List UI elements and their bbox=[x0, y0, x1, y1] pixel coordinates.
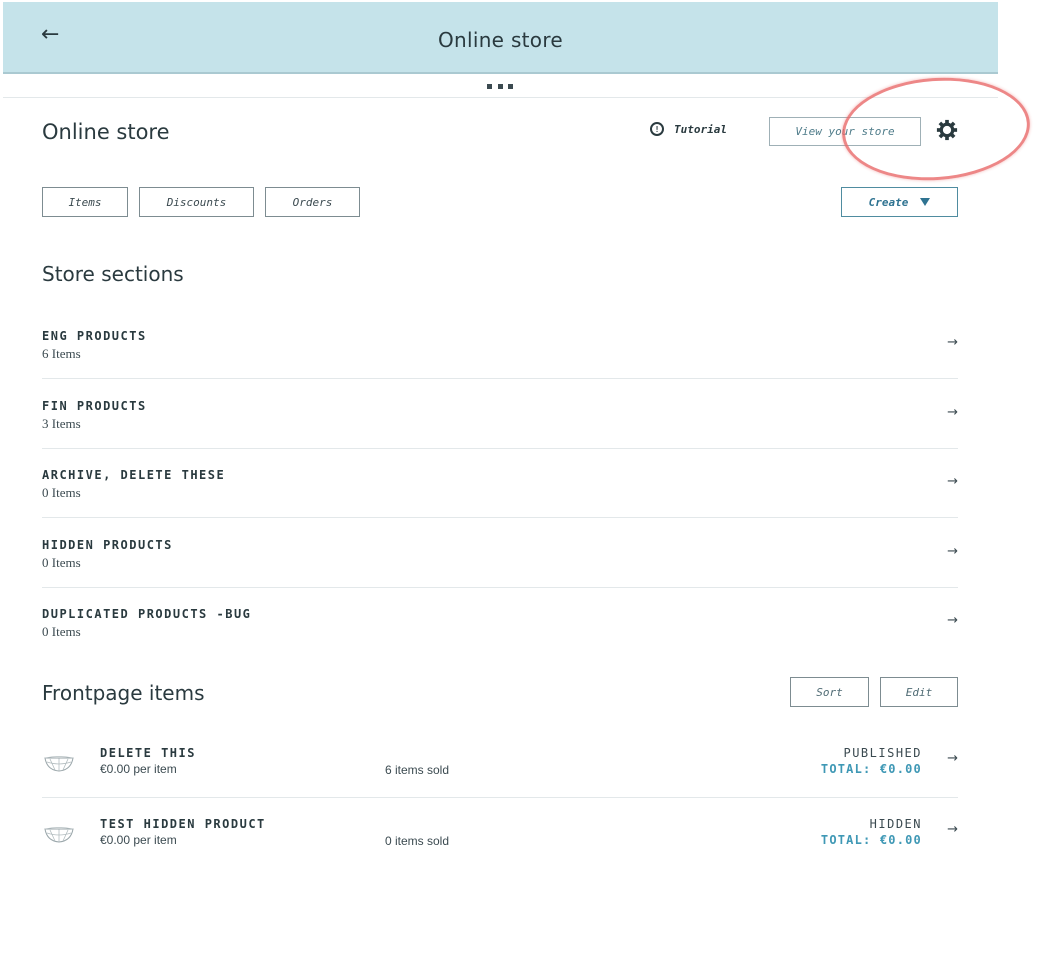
arrow-right-icon: → bbox=[947, 474, 958, 489]
drag-handle-icon[interactable] bbox=[487, 84, 513, 90]
frontpage-items-heading: Frontpage items bbox=[42, 681, 205, 705]
status-badge: PUBLISHED bbox=[843, 746, 922, 760]
items-sold: 6 items sold bbox=[385, 763, 450, 777]
create-button[interactable]: Create bbox=[841, 187, 958, 217]
items-sold: 0 items sold bbox=[385, 834, 450, 848]
section-item-count: 3 Items bbox=[42, 416, 81, 431]
item-total: TOTAL: €0.00 bbox=[820, 762, 922, 776]
store-section-row[interactable]: ARCHIVE, DELETE THESE 0 Items → bbox=[42, 448, 958, 518]
section-name: DUPLICATED PRODUCTS -BUG bbox=[42, 607, 252, 621]
arrow-right-icon: → bbox=[947, 335, 958, 350]
frontpage-item-row[interactable]: TEST HIDDEN PRODUCT €0.00 per item 0 ite… bbox=[42, 817, 958, 856]
item-name: DELETE THIS bbox=[100, 746, 196, 760]
bowl-icon bbox=[44, 827, 74, 843]
tutorial-label: Tutorial bbox=[674, 122, 727, 136]
gear-icon[interactable] bbox=[936, 119, 958, 141]
create-label: Create bbox=[868, 195, 909, 209]
section-name: HIDDEN PRODUCTS bbox=[42, 538, 173, 552]
edit-button[interactable]: Edit bbox=[880, 677, 958, 707]
tab-items[interactable]: Items bbox=[42, 187, 128, 217]
item-price: €0.00 per item bbox=[100, 762, 177, 776]
item-total: TOTAL: €0.00 bbox=[820, 833, 922, 847]
arrow-right-icon: → bbox=[947, 751, 958, 766]
arrow-right-icon: → bbox=[947, 822, 958, 837]
view-your-store-button[interactable]: View your store bbox=[769, 117, 921, 146]
section-name: ARCHIVE, DELETE THESE bbox=[42, 468, 226, 482]
store-section-row[interactable]: FIN PRODUCTS 3 Items → bbox=[42, 379, 958, 449]
tutorial-link[interactable]: ! Tutorial bbox=[650, 122, 727, 136]
top-bar: ← Online store bbox=[3, 2, 998, 74]
store-section-row[interactable]: DUPLICATED PRODUCTS -BUG 0 Items → bbox=[42, 587, 958, 657]
tab-discounts[interactable]: Discounts bbox=[139, 187, 254, 217]
store-section-row[interactable]: HIDDEN PRODUCTS 0 Items → bbox=[42, 518, 958, 588]
section-name: FIN PRODUCTS bbox=[42, 399, 147, 413]
caret-down-icon bbox=[920, 198, 931, 206]
status-badge: HIDDEN bbox=[869, 817, 922, 831]
bowl-icon bbox=[44, 756, 74, 772]
app-window: ← Online store Online store ! Tutorial V… bbox=[0, 0, 1000, 856]
arrow-right-icon: → bbox=[947, 405, 958, 420]
sort-button[interactable]: Sort bbox=[790, 677, 869, 707]
section-item-count: 6 Items bbox=[42, 346, 81, 361]
tab-orders[interactable]: Orders bbox=[265, 187, 360, 217]
topbar-title: Online store bbox=[437, 28, 564, 52]
frontpage-item-row[interactable]: DELETE THIS €0.00 per item 6 items sold … bbox=[42, 746, 958, 798]
item-price: €0.00 per item bbox=[100, 833, 177, 847]
section-item-count: 0 Items bbox=[42, 555, 81, 570]
store-section-row[interactable]: ENG PRODUCTS 6 Items → bbox=[42, 309, 958, 379]
section-name: ENG PRODUCTS bbox=[42, 329, 147, 343]
arrow-right-icon: → bbox=[947, 613, 958, 628]
page-title: Online store bbox=[42, 120, 170, 144]
info-icon: ! bbox=[650, 122, 664, 136]
section-item-count: 0 Items bbox=[42, 485, 81, 500]
section-item-count: 0 Items bbox=[42, 624, 81, 639]
item-name: TEST HIDDEN PRODUCT bbox=[100, 817, 266, 831]
arrow-right-icon: → bbox=[947, 544, 958, 559]
store-sections-heading: Store sections bbox=[42, 262, 184, 286]
